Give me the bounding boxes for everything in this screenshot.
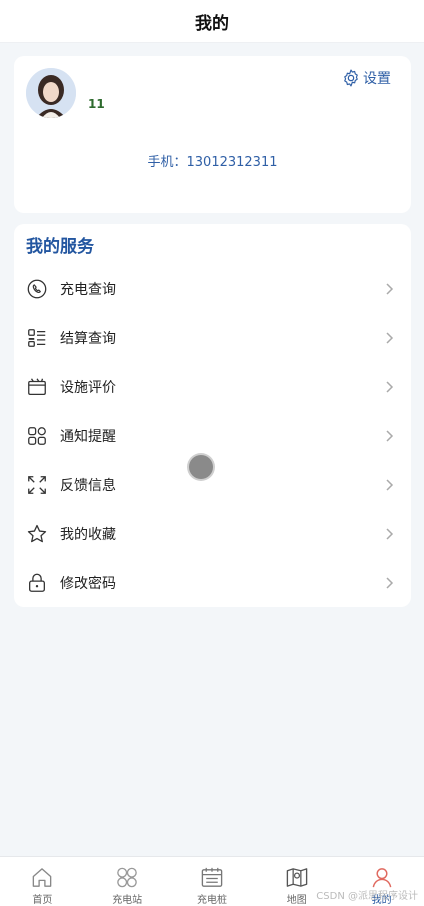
service-list: 充电查询 结算查询 设施评价 通知提醒 反馈信息 我的收藏 修改密码 xyxy=(14,264,411,607)
profile-card: 11 设置 手机：13012312311 xyxy=(14,56,411,213)
avatar[interactable] xyxy=(26,68,76,118)
phone-icon xyxy=(26,278,48,300)
gear-icon xyxy=(344,69,358,87)
app-root: 我的 11 设置 手机：13012312311 我的服务 充电查询 结算查询 设… xyxy=(0,0,424,906)
chevron-right-icon xyxy=(386,282,394,295)
service-label: 我的收藏 xyxy=(60,526,116,543)
pile-icon xyxy=(201,867,223,887)
touch-indicator xyxy=(189,455,213,479)
apps-icon xyxy=(26,425,48,447)
service-label: 结算查询 xyxy=(60,330,116,347)
settings-button[interactable]: 设置 xyxy=(341,68,391,88)
settings-label: 设置 xyxy=(363,71,391,87)
nav-label: 首页 xyxy=(32,895,53,906)
folder-icon xyxy=(26,376,48,398)
lock-icon xyxy=(26,572,48,594)
service-item-notifications[interactable]: 通知提醒 xyxy=(14,411,411,460)
service-item-change-password[interactable]: 修改密码 xyxy=(14,558,411,607)
nav-label: 充电桩 xyxy=(196,895,227,906)
service-item-facility-review[interactable]: 设施评价 xyxy=(14,362,411,411)
nav-label: 充电站 xyxy=(112,895,143,906)
chevron-right-icon xyxy=(386,478,394,491)
username: 11 xyxy=(88,97,105,111)
chevron-right-icon xyxy=(386,576,394,589)
services-card: 我的服务 充电查询 结算查询 设施评价 通知提醒 反馈信息 我的收藏 修改密码 xyxy=(14,224,411,607)
chevron-right-icon xyxy=(386,429,394,442)
map-icon xyxy=(286,868,308,887)
watermark: CSDN @派思程序设计 xyxy=(316,891,418,902)
chevron-right-icon xyxy=(386,331,394,344)
service-label: 反馈信息 xyxy=(60,477,116,494)
services-title: 我的服务 xyxy=(26,237,94,257)
home-icon xyxy=(33,868,52,887)
service-label: 修改密码 xyxy=(60,575,116,592)
star-icon xyxy=(26,523,48,545)
service-item-favorites[interactable]: 我的收藏 xyxy=(14,509,411,558)
nav-item-home[interactable]: 首页 xyxy=(0,857,85,906)
service-label: 充电查询 xyxy=(60,281,116,298)
nav-item-pile[interactable]: 充电桩 xyxy=(170,857,255,906)
nav-label: 地图 xyxy=(286,895,307,906)
phone-number: 手机：13012312311 xyxy=(147,155,278,170)
list-icon xyxy=(26,327,48,349)
service-item-charge-query[interactable]: 充电查询 xyxy=(14,264,411,313)
page-title: 我的 xyxy=(195,13,229,34)
service-label: 设施评价 xyxy=(60,379,116,396)
chevron-right-icon xyxy=(386,527,394,540)
avatar-image xyxy=(26,68,76,118)
nav-item-station[interactable]: 充电站 xyxy=(85,857,170,906)
fullscreen-icon xyxy=(26,474,48,496)
chevron-right-icon xyxy=(386,380,394,393)
service-item-settlement-query[interactable]: 结算查询 xyxy=(14,313,411,362)
station-icon xyxy=(117,867,137,888)
page-header: 我的 xyxy=(0,0,424,43)
service-label: 通知提醒 xyxy=(60,428,116,445)
